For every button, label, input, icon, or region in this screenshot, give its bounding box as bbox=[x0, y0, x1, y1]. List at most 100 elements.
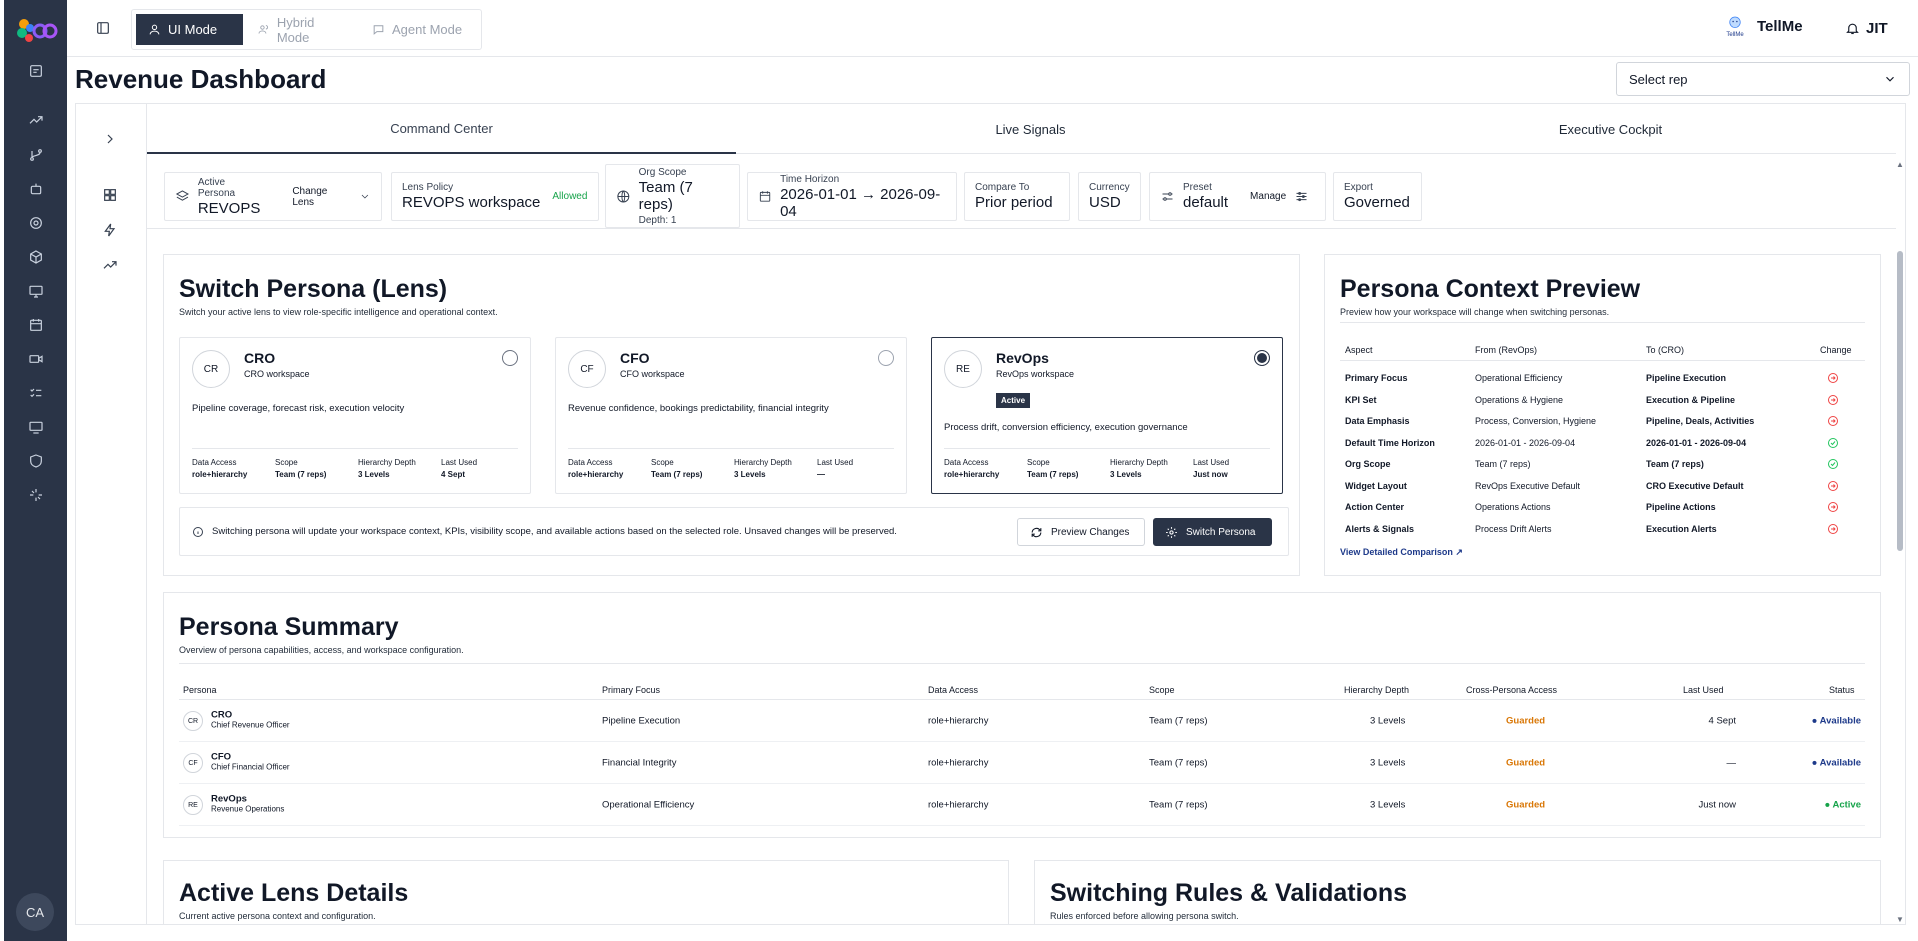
display-icon[interactable] bbox=[26, 417, 46, 437]
currency-filter[interactable]: Currency USD bbox=[1078, 172, 1141, 221]
persona-radio[interactable] bbox=[502, 350, 518, 366]
persona-radio-selected[interactable] bbox=[1254, 350, 1270, 366]
switch-persona-card: Switch Persona (Lens) Switch your active… bbox=[163, 254, 1300, 576]
layers-icon bbox=[175, 190, 189, 201]
external-link-icon: ↗ bbox=[1455, 547, 1463, 557]
table-row[interactable]: CR CRO Chief Revenue Officer Pipeline Execu… bbox=[179, 700, 1865, 742]
refresh-icon bbox=[1031, 527, 1042, 537]
cube-icon[interactable] bbox=[26, 247, 46, 267]
persona-summary-title: Persona Summary bbox=[179, 613, 399, 641]
robot-icon bbox=[1729, 16, 1741, 28]
target-icon[interactable] bbox=[26, 213, 46, 233]
users-icon bbox=[258, 25, 268, 34]
grid-icon[interactable] bbox=[102, 187, 120, 205]
table-row[interactable]: CF CFO Chief Financial Officer Financial In… bbox=[179, 742, 1865, 784]
status-badge: ● Active bbox=[1824, 799, 1861, 810]
sliders-icon bbox=[1162, 192, 1173, 201]
file-icon[interactable] bbox=[26, 61, 46, 81]
monitor-icon[interactable] bbox=[26, 281, 46, 301]
mode-switcher: UI Mode Hybrid Mode Agent Mode bbox=[131, 9, 482, 50]
mode-agent[interactable]: Agent Mode bbox=[360, 14, 478, 45]
time-horizon-filter[interactable]: Time Horizon 2026-01-01 → 2026-09-04 bbox=[747, 172, 957, 221]
shield-icon[interactable] bbox=[26, 451, 46, 471]
gear-icon bbox=[1166, 526, 1177, 538]
compare-to-filter[interactable]: Compare To Prior period bbox=[964, 172, 1070, 221]
main-panel: Command Center Live Signals Executive Co… bbox=[147, 103, 1906, 925]
switch-info-bar: Switching persona will update your works… bbox=[179, 507, 1289, 556]
switch-persona-title: Switch Persona (Lens) bbox=[179, 275, 448, 303]
lightning-icon[interactable] bbox=[102, 222, 120, 240]
table-row[interactable]: RE RevOps Revenue Operations Operational Ef… bbox=[179, 784, 1865, 826]
check-circle-icon bbox=[1828, 437, 1838, 448]
chevron-down-icon bbox=[1886, 76, 1894, 82]
allowed-badge: Allowed bbox=[552, 191, 588, 202]
tellme-button[interactable]: TellMe TellMe bbox=[1725, 14, 1803, 38]
scrollbar-thumb[interactable] bbox=[1897, 251, 1903, 551]
user-icon bbox=[149, 24, 160, 35]
sidebar-toggle-icon[interactable] bbox=[95, 20, 111, 36]
change-lens-button[interactable]: Change Lens bbox=[292, 186, 351, 208]
check-circle-icon bbox=[1828, 459, 1838, 469]
tab-bar: Command Center Live Signals Executive Co… bbox=[147, 104, 1896, 154]
scrollbar[interactable]: ▲ ▼ bbox=[1895, 156, 1905, 924]
app-rail: CA bbox=[4, 0, 67, 941]
jit-button[interactable]: JIT bbox=[1845, 20, 1888, 37]
calendar-icon[interactable] bbox=[26, 315, 46, 335]
active-lens-card: Active Lens Details Current active perso… bbox=[163, 860, 1009, 924]
secondary-sidebar bbox=[75, 103, 147, 925]
top-bar: UI Mode Hybrid Mode Agent Mode TellMe Te… bbox=[67, 0, 1918, 57]
status-badge: ● Available bbox=[1811, 715, 1861, 726]
lens-policy-filter[interactable]: Lens Policy REVOPS workspace Allowed bbox=[391, 172, 599, 221]
persona-summary-card: Persona Summary Overview of persona capa… bbox=[163, 592, 1881, 838]
sparkle-icon[interactable] bbox=[26, 485, 46, 505]
bell-icon bbox=[1846, 23, 1859, 35]
tab-command-center[interactable]: Command Center bbox=[147, 104, 736, 154]
arrow-circle-icon bbox=[1828, 394, 1838, 405]
preset-filter[interactable]: Preset default Manage bbox=[1149, 172, 1326, 221]
mode-ui[interactable]: UI Mode bbox=[136, 14, 243, 45]
arrow-circle-icon bbox=[1828, 373, 1838, 383]
checklist-icon[interactable] bbox=[26, 383, 46, 403]
context-preview-card: Persona Context Preview Preview how your… bbox=[1324, 254, 1881, 576]
video-icon[interactable] bbox=[26, 349, 46, 369]
persona-card-cfo[interactable]: CF CFO CFO workspace Revenue confidence,… bbox=[555, 337, 907, 494]
persona-card-cro[interactable]: CR CRO CRO workspace Pipeline coverage, … bbox=[179, 337, 531, 494]
branch-icon[interactable] bbox=[26, 145, 46, 165]
org-scope-filter[interactable]: Org Scope Team (7 reps) Depth: 1 bbox=[605, 164, 740, 228]
arrow-circle-icon bbox=[1828, 523, 1838, 534]
active-badge: Active bbox=[996, 393, 1031, 408]
info-icon bbox=[193, 527, 203, 537]
trend-up-icon[interactable] bbox=[102, 257, 120, 275]
page-title: Revenue Dashboard bbox=[75, 64, 327, 94]
expand-chevron-icon[interactable] bbox=[102, 131, 120, 149]
manage-preset-button[interactable]: Manage bbox=[1250, 191, 1286, 202]
switching-rules-card: Switching Rules & Validations Rules enfo… bbox=[1034, 860, 1881, 924]
context-preview-title: Persona Context Preview bbox=[1340, 275, 1641, 303]
active-persona-filter[interactable]: Active Persona REVOPS Change Lens bbox=[164, 172, 382, 221]
filter-bar: Active Persona REVOPS Change Lens Lens Po… bbox=[147, 156, 1896, 229]
calendar-icon bbox=[759, 191, 771, 202]
export-filter[interactable]: Export Governed bbox=[1333, 172, 1422, 221]
globe-icon bbox=[617, 190, 630, 202]
switch-persona-subtitle: Switch your active lens to view role-spe… bbox=[179, 307, 498, 317]
chat-icon bbox=[373, 25, 384, 35]
bot-icon[interactable] bbox=[26, 179, 46, 199]
mode-hybrid[interactable]: Hybrid Mode bbox=[246, 14, 356, 45]
arrow-circle-icon bbox=[1828, 502, 1838, 512]
app-logo[interactable] bbox=[14, 14, 58, 44]
rep-select[interactable]: Select rep bbox=[1616, 62, 1910, 96]
persona-card-revops[interactable]: RE RevOps RevOps workspace Active Proces… bbox=[931, 337, 1283, 494]
switch-persona-button[interactable]: Switch Persona bbox=[1153, 518, 1272, 546]
trend-icon[interactable] bbox=[26, 110, 46, 130]
tab-executive-cockpit[interactable]: Executive Cockpit bbox=[1325, 104, 1896, 154]
view-detailed-comparison-link[interactable]: View Detailed Comparison ↗ bbox=[1340, 547, 1463, 558]
chevron-down-icon bbox=[361, 194, 369, 199]
status-badge: ● Available bbox=[1811, 757, 1861, 768]
arrow-circle-icon bbox=[1828, 480, 1838, 491]
preview-changes-button[interactable]: Preview Changes bbox=[1017, 518, 1145, 546]
arrow-circle-icon bbox=[1828, 416, 1838, 426]
settings-sliders-icon[interactable] bbox=[1294, 189, 1309, 204]
tab-live-signals[interactable]: Live Signals bbox=[736, 104, 1325, 154]
user-avatar[interactable]: CA bbox=[16, 893, 54, 931]
persona-radio[interactable] bbox=[878, 350, 894, 366]
